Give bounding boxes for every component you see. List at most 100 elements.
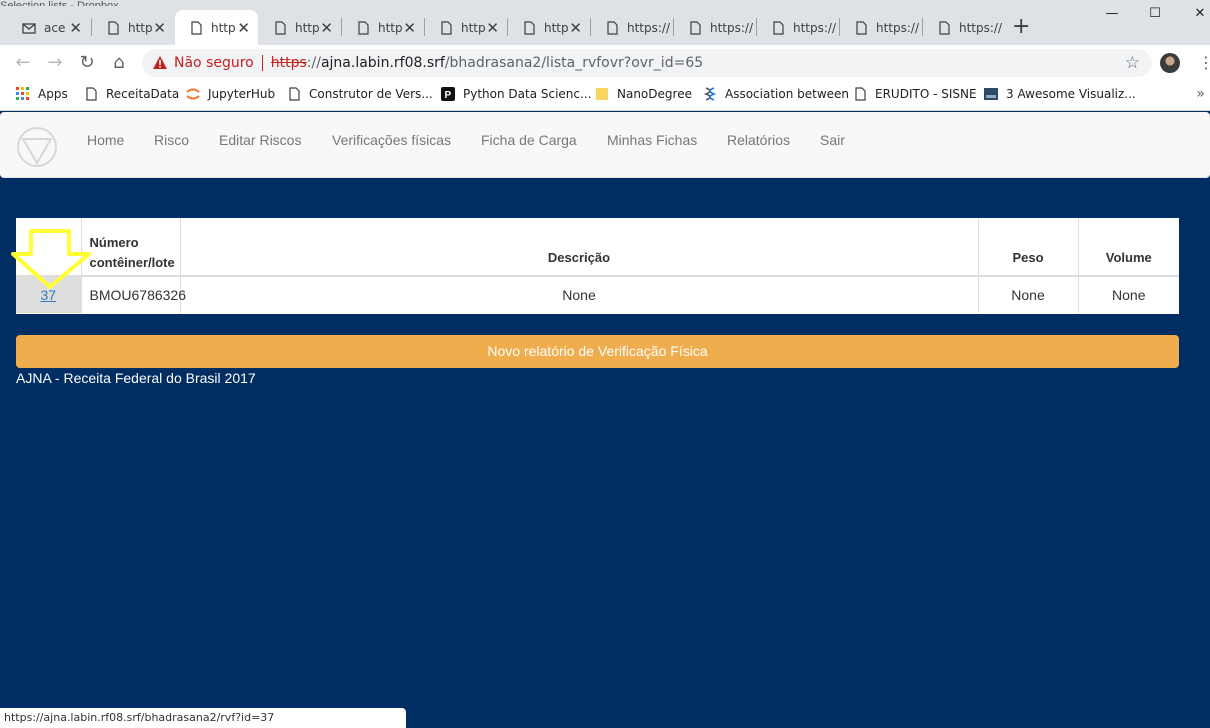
column-header-volume: Volume	[1078, 218, 1179, 277]
tab-title: http	[295, 20, 320, 35]
forward-button[interactable]: →	[44, 52, 66, 74]
tab-title: https://	[793, 20, 837, 35]
svg-text:P: P	[445, 90, 452, 101]
page-icon	[441, 20, 452, 35]
page-footer: AJNA - Receita Federal do Brasil 2017	[16, 370, 256, 386]
nav-risco[interactable]: Risco	[154, 132, 189, 148]
site-navbar: Home Risco Editar Riscos Verificações fí…	[0, 112, 1210, 178]
url-separator: ://	[306, 55, 321, 71]
image-icon	[984, 88, 998, 100]
nav-sair[interactable]: Sair	[820, 132, 845, 148]
browser-tab[interactable]: https://	[674, 10, 756, 45]
tab-title: http	[378, 20, 403, 35]
close-icon[interactable]: ✕	[486, 19, 499, 37]
bookmark-label: ReceitaData	[106, 87, 180, 101]
close-icon[interactable]: ✕	[153, 19, 166, 37]
page-icon	[856, 20, 867, 35]
close-window-button[interactable]: ✕	[1185, 6, 1210, 30]
nav-ficha-de-carga[interactable]: Ficha de Carga	[481, 132, 577, 148]
close-icon[interactable]: ✕	[403, 19, 416, 37]
bookmark-receitadata[interactable]: ReceitaData	[84, 87, 179, 101]
close-icon[interactable]: ✕	[320, 19, 333, 37]
brand-logo-icon[interactable]	[16, 126, 58, 168]
close-icon[interactable]: ✕	[237, 19, 250, 37]
minimize-button[interactable]: —	[1097, 6, 1127, 30]
browser-tab[interactable]: http ✕	[342, 10, 424, 45]
numero-cell: BMOU6786326	[81, 276, 186, 313]
tab-title: ace	[44, 20, 66, 35]
bookmark-association[interactable]: Association between	[703, 87, 849, 101]
page-icon	[855, 87, 866, 101]
column-header-peso: Peso	[978, 218, 1079, 277]
maximize-button[interactable]: ☐	[1140, 6, 1170, 30]
page-icon	[358, 20, 369, 35]
tab-title: https://	[627, 20, 671, 35]
star-icon[interactable]: ☆	[1125, 53, 1140, 73]
new-rvf-report-button[interactable]: Novo relatório de Verificação Física	[16, 335, 1179, 368]
url-text[interactable]: https://ajna.labin.rf08.srf/bhadrasana2/…	[271, 55, 703, 71]
nav-editar-riscos[interactable]: Editar Riscos	[219, 132, 301, 148]
bookmark-label: NanoDegree	[617, 87, 692, 101]
nav-verificacoes-fisicas[interactable]: Verificações físicas	[332, 132, 451, 148]
omnibox-divider	[261, 55, 263, 71]
p-logo-icon: P	[441, 87, 455, 101]
bookmark-erudito[interactable]: ERUDITO - SISNE	[853, 87, 977, 101]
bookmark-label: ERUDITO - SISNE	[875, 87, 977, 101]
browser-tab[interactable]: ace ✕	[8, 10, 90, 45]
address-bar[interactable]: Não seguro https://ajna.labin.rf08.srf/b…	[142, 49, 1152, 77]
close-icon[interactable]: ✕	[569, 19, 582, 37]
browser-tab[interactable]: http ✕	[425, 10, 507, 45]
reload-button[interactable]: ↻	[76, 52, 98, 74]
profile-avatar[interactable]	[1160, 53, 1180, 73]
volume-cell: None	[1112, 287, 1146, 303]
apps-grid-icon	[16, 87, 29, 100]
nav-relatorios[interactable]: Relatórios	[727, 132, 790, 148]
page-icon	[275, 20, 286, 35]
page-icon	[86, 87, 97, 101]
window-title-fragment: Selection lists - Dropbox	[0, 0, 119, 6]
bookmark-python-data-science[interactable]: P Python Data Scienc...	[441, 87, 591, 101]
highlight-arrow-icon	[11, 229, 91, 289]
new-tab-button[interactable]: +	[1012, 14, 1030, 40]
not-secure-label[interactable]: Não seguro	[174, 55, 254, 71]
browser-tab[interactable]: https://	[840, 10, 922, 45]
browser-tab[interactable]: http ✕	[259, 10, 341, 45]
browser-tab[interactable]: http ✕	[508, 10, 590, 45]
rvf-id-link[interactable]: 37	[40, 287, 56, 303]
url-scheme: https	[270, 55, 307, 71]
browser-tab-active[interactable]: http ✕	[175, 10, 258, 45]
column-header-numero: Número contêiner/lote	[81, 218, 181, 277]
back-button[interactable]: ←	[12, 52, 34, 74]
home-button[interactable]: ⌂	[108, 52, 130, 74]
page-icon	[773, 20, 784, 35]
menu-icon[interactable]: ⋮	[1198, 53, 1210, 72]
tab-title: https://	[876, 20, 920, 35]
nav-home[interactable]: Home	[87, 132, 124, 148]
page-icon	[191, 20, 202, 35]
browser-tab[interactable]: https://	[923, 10, 1005, 45]
bookmark-label: JupyterHub	[208, 87, 276, 101]
close-icon[interactable]: ✕	[69, 19, 82, 37]
browser-tabstrip: Selection lists - Dropbox ace ✕ http ✕ h…	[0, 0, 1210, 45]
bookmark-awesome-visualizations[interactable]: 3 Awesome Visualiz...	[984, 87, 1136, 101]
tab-title: http	[544, 20, 569, 35]
bookmark-nanodegree[interactable]: NanoDegree	[595, 87, 692, 101]
tab-title: http	[461, 20, 486, 35]
page-icon	[289, 87, 300, 101]
bookmark-label: Construtor de Vers...	[309, 87, 433, 101]
page-icon	[607, 20, 618, 35]
bookmarks-overflow-button[interactable]: »	[1196, 86, 1205, 102]
dna-icon	[703, 87, 717, 101]
table-row: 37 BMOU6786326 None None None	[16, 276, 1179, 313]
bookmark-label: Apps	[38, 87, 68, 101]
bookmark-construtor[interactable]: Construtor de Vers...	[287, 87, 433, 101]
table-header-row: Número contêiner/lote Descrição Peso Vol…	[16, 218, 1179, 277]
page-icon	[939, 20, 950, 35]
bookmark-jupyterhub[interactable]: JupyterHub	[186, 87, 275, 101]
nav-minhas-fichas[interactable]: Minhas Fichas	[607, 132, 697, 148]
browser-tab[interactable]: http ✕	[92, 10, 174, 45]
browser-tab[interactable]: https://	[757, 10, 839, 45]
rvf-table: Número contêiner/lote Descrição Peso Vol…	[16, 218, 1179, 314]
browser-tab[interactable]: https://	[591, 10, 673, 45]
bookmark-apps[interactable]: Apps	[16, 87, 68, 101]
